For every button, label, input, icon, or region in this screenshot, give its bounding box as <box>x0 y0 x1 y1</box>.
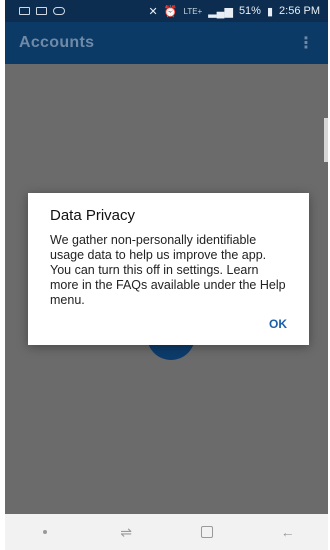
nav-dot-button[interactable] <box>25 520 65 544</box>
status-notifications <box>19 7 65 15</box>
page-title: Accounts <box>19 34 95 51</box>
alarm-icon: ⏰ <box>163 5 178 18</box>
voicemail-icon <box>53 7 65 15</box>
home-button[interactable] <box>187 520 227 544</box>
overflow-menu-icon[interactable]: ⋮ <box>298 33 314 53</box>
clock: 2:56 PM <box>279 5 320 17</box>
navigation-bar: ⇌ ← <box>5 514 328 550</box>
home-icon <box>200 526 213 538</box>
battery-icon: ▮ <box>266 5 274 18</box>
dialog-message: We gather non-personally identifiable us… <box>50 233 286 307</box>
nfc-icon: ✕ <box>148 5 158 18</box>
edge-panel-handle[interactable] <box>324 118 328 162</box>
recents-icon: ⇌ <box>120 523 132 540</box>
status-bar: ✕ ⏰ LTE+ ▂▄▆ 51% ▮ 2:56 PM <box>5 0 328 22</box>
ok-button[interactable]: OK <box>269 317 287 331</box>
network-type: LTE+ <box>183 6 203 16</box>
app-bar: Accounts ⋮ <box>5 22 328 64</box>
data-privacy-dialog: Data Privacy We gather non-personally id… <box>28 193 309 345</box>
message-notification-icon <box>36 7 47 15</box>
dialog-title: Data Privacy <box>50 207 136 224</box>
back-icon: ← <box>280 524 295 540</box>
signal-icon: ▂▄▆ <box>208 5 233 18</box>
dot-icon <box>43 530 48 534</box>
device-screen: ✕ ⏰ LTE+ ▂▄▆ 51% ▮ 2:56 PM Accounts ⋮ Da… <box>5 0 328 550</box>
recents-button[interactable]: ⇌ <box>106 520 146 544</box>
battery-percent: 51% <box>238 5 261 17</box>
image-notification-icon <box>19 7 30 15</box>
back-button[interactable]: ← <box>268 520 308 544</box>
status-system: ✕ ⏰ LTE+ ▂▄▆ 51% ▮ 2:56 PM <box>149 5 320 18</box>
